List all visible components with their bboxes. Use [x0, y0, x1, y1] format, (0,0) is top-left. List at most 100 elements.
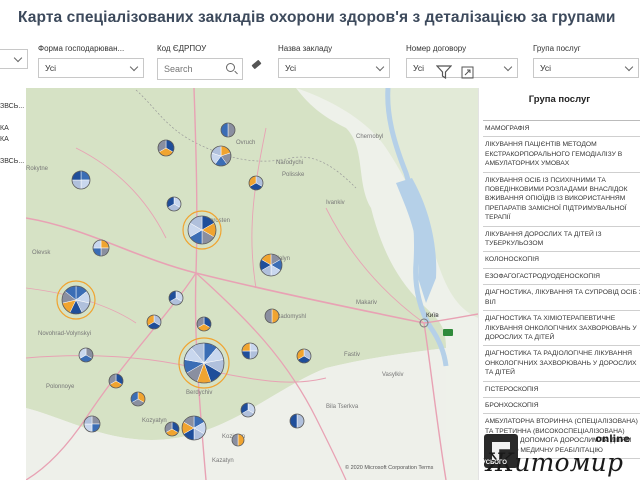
logo-online: online — [595, 434, 630, 445]
facility-marker[interactable] — [241, 342, 259, 360]
service-group-item[interactable]: ДІАГНОСТИКА, ЛІКУВАННЯ ТА СУПРОВІД ОСІБ … — [483, 285, 640, 312]
service-group-item-text: ДОРОСЛИХ ТА ДІТЕЙ — [485, 333, 555, 341]
chevron-down-icon — [129, 62, 139, 72]
service-group-item-text: ГІСТЕРОСКОПІЯ — [485, 385, 539, 393]
service-group-panel: Група послуг МАМОГРАФІЯ ЛІКУВАННЯ ПАЦІЄНТ… — [478, 88, 640, 480]
facility-marker-slice — [231, 433, 239, 447]
site-logo: online Житомир УСЬОГО — [478, 432, 640, 480]
ownership-form-dropdown[interactable]: Усі — [38, 58, 144, 78]
legend-fragment-item — [0, 114, 26, 125]
filter-service-group-label: Група послуг — [533, 44, 581, 53]
filter-service-group: Група послуг Усі — [533, 44, 639, 78]
filter-edrpou-code: Код ЄДРПОУ — [157, 44, 243, 80]
facility-marker-slice — [227, 122, 236, 138]
legend-fragment-item: КА — [0, 125, 9, 132]
facility-marker[interactable] — [182, 210, 222, 250]
service-group-item-text: ВЖИВАННЯ ОПІОЇДІВ ІЗ ВИКОРИСТАННЯМ — [485, 195, 626, 203]
facility-marker-slice — [296, 413, 305, 429]
facility-name-dropdown[interactable]: Усі — [278, 58, 390, 78]
facility-marker[interactable] — [289, 413, 305, 429]
service-group-item-text: АМБУЛАТОРНА ВТОРИННА (СПЕЦІАЛІЗОВАНА) — [485, 418, 638, 426]
filter-ownership-form: Форма господарюван... Усі — [38, 44, 144, 78]
facility-marker[interactable] — [78, 347, 94, 363]
service-group-item-text: ЕЗОФАГОГАСТРОДУОДЕНОСКОПІЯ — [485, 272, 600, 280]
service-group-item[interactable]: ГІСТЕРОСКОПІЯ — [483, 382, 640, 398]
facility-marker[interactable] — [240, 402, 256, 418]
facility-marker[interactable] — [166, 196, 182, 212]
facility-marker[interactable] — [210, 145, 232, 167]
service-group-item[interactable]: БРОНХОСКОПІЯ — [483, 398, 640, 415]
eraser-icon[interactable] — [251, 59, 262, 70]
facility-marker[interactable] — [264, 308, 280, 324]
edrpou-search-box[interactable] — [157, 58, 243, 80]
service-group-item-text: ДІАГНОСТИКА, ЛІКУВАННЯ ТА СУПРОВІД ОСІБ … — [485, 289, 640, 297]
service-group-item-text: ЛІКУВАННЯ ПАЦІЄНТІВ МЕТОДОМ — [485, 141, 597, 149]
filter-edrpou-code-label: Код ЄДРПОУ — [157, 44, 207, 53]
map-area[interactable]: Київ Korosten Ovruch Narodychi Polisske … — [26, 88, 478, 480]
facility-marker[interactable] — [220, 122, 236, 138]
facility-marker-slice — [271, 308, 280, 324]
search-icon[interactable] — [226, 63, 235, 72]
service-group-dropdown[interactable]: Усі — [533, 58, 639, 78]
facility-marker[interactable] — [92, 239, 110, 257]
facility-marker-slice — [220, 122, 229, 138]
service-group-item[interactable]: ДІАГНОСТИКА ТА РАДІОЛОГІЧНЕ ЛІКУВАННЯ ОНК… — [483, 346, 640, 382]
service-group-item[interactable]: ЕЗОФАГОГАСТРОДУОДЕНОСКОПІЯ — [483, 269, 640, 286]
service-group-item-text: ТУБЕРКУЛЬОЗОМ — [485, 240, 544, 248]
service-group-item-text: МАМОГРАФІЯ — [485, 125, 530, 132]
facility-marker-layer — [56, 122, 312, 447]
legend-fragment-item: ЗВСЬ... — [0, 103, 25, 110]
filter-first[interactable] — [0, 44, 28, 69]
service-group-item-text: ТА ДІТЕЙ — [485, 369, 515, 377]
facility-marker[interactable] — [71, 170, 91, 190]
chevron-down-icon — [624, 62, 634, 72]
page-title: Карта спеціалізованих закладів охорони з… — [18, 9, 616, 26]
service-group-item[interactable]: ЛІКУВАННЯ ДОРОСЛИХ ТА ДІТЕЙ ІЗ ТУБЕРКУЛЬО… — [483, 227, 640, 253]
service-group-item-text: ТЕРАПІЇ — [485, 214, 511, 222]
service-group-item[interactable]: ДІАГНОСТИКА ТА ХІМІОТЕРАПЕВТИЧНЕ ЛІКУВАНН… — [483, 311, 640, 347]
facility-marker[interactable] — [296, 348, 312, 364]
facility-marker[interactable] — [231, 433, 245, 447]
facility-marker[interactable] — [168, 290, 184, 306]
service-group-item[interactable]: ЛІКУВАННЯ ОСІБ ІЗ ПСИХІЧНИМИ ТА ПОВЕДІНКО… — [483, 173, 640, 227]
service-group-item-text: ПРЕПАРАТІВ ЗАМІСНОЇ ПІДТРИМУВАЛЬНОЇ — [485, 204, 627, 212]
focus-mode-icon[interactable] — [461, 66, 474, 79]
facility-marker[interactable] — [164, 421, 180, 437]
facility-marker[interactable] — [178, 337, 230, 389]
service-group-item-text: ЛІКУВАННЯ ОНКОЛОГІЧНИХ ЗАХВОРЮВАНЬ У — [485, 324, 637, 332]
service-group-item-text: ОНКОЛОГІЧНИХ ЗАХВОРЮВАНЬ У ДОРОСЛИХ — [485, 359, 637, 367]
ownership-form-value: Усі — [45, 63, 56, 73]
facility-marker[interactable] — [146, 314, 162, 330]
facility-marker[interactable] — [259, 253, 283, 277]
service-group-list: МАМОГРАФІЯ ЛІКУВАННЯ ПАЦІЄНТІВ МЕТОДОМ ЕКС… — [483, 120, 640, 459]
service-group-item-text: БРОНХОСКОПІЯ — [485, 401, 539, 409]
legend-fragment-item — [0, 92, 26, 103]
legend-fragment-item: КА — [0, 136, 9, 143]
facility-name-value: Усі — [285, 63, 296, 73]
facility-marker[interactable] — [157, 139, 175, 157]
legend-fragment: ЗВСЬ... КА КА ЗВСЬ... — [0, 92, 26, 202]
service-group-item[interactable]: КОЛОНОСКОПІЯ — [483, 252, 640, 269]
facility-marker[interactable] — [248, 175, 264, 191]
service-group-item[interactable]: ЛІКУВАННЯ ПАЦІЄНТІВ МЕТОДОМ ЕКСТРАКОРПОРА… — [483, 137, 640, 173]
facility-marker-slice — [264, 308, 273, 324]
filter-first-dropdown[interactable] — [0, 49, 28, 69]
facility-marker[interactable] — [83, 415, 101, 433]
facility-marker[interactable] — [56, 280, 96, 320]
map-copyright: © 2020 Microsoft Corporation Terms — [345, 465, 434, 471]
facility-marker[interactable] — [181, 415, 207, 441]
contract-number-value: Усі — [413, 63, 424, 73]
facility-marker[interactable] — [196, 316, 212, 332]
service-group-item-text: ЛІКУВАННЯ ОСІБ ІЗ ПСИХІЧНИМИ ТА — [485, 176, 606, 184]
filter-facility-name-label: Назва закладу — [278, 44, 333, 53]
facility-marker[interactable] — [130, 391, 146, 407]
service-group-item-text: ПОВЕДІНКОВИМИ РОЗЛАДАМИ ВНАСЛІДОК — [485, 186, 628, 194]
facility-marker-slice — [289, 413, 298, 429]
service-group-panel-title: Група послуг — [528, 94, 591, 105]
chevron-down-icon — [503, 62, 513, 72]
edrpou-search-input[interactable] — [164, 64, 224, 74]
service-group-item[interactable]: МАМОГРАФІЯ — [483, 121, 640, 138]
facility-marker[interactable] — [108, 373, 124, 389]
filter-funnel-icon[interactable] — [436, 65, 452, 79]
filter-contract-number-label: Номер договору — [406, 44, 467, 53]
